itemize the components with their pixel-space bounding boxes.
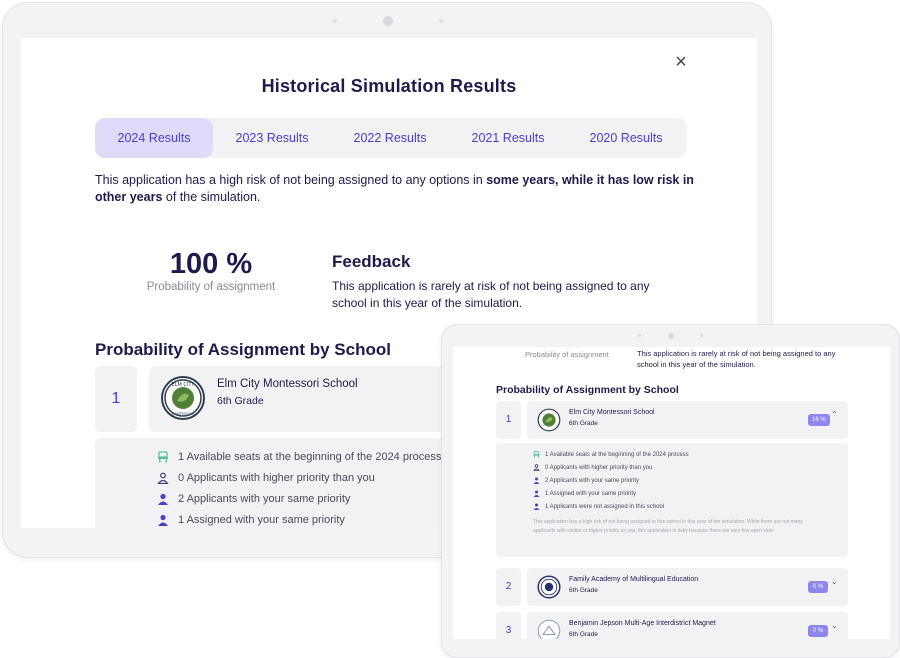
seat-icon [158, 451, 168, 463]
detail-row: 1 Assigned with your same priority [157, 514, 345, 526]
risk-note: This application has a high risk of not … [533, 519, 803, 534]
detail-row: 0 Applicants with higher priority than y… [157, 472, 375, 484]
detail-text: 1 Available seats at the beginning of th… [178, 451, 442, 463]
school-card[interactable]: Family Academy of Multilingual Education… [527, 568, 848, 606]
section-title: Probability of Assignment by School [95, 340, 391, 359]
school-rank: 3 [496, 612, 521, 639]
sensor-dot [439, 19, 443, 23]
detail-row: 1 Available seats at the beginning of th… [157, 451, 441, 463]
detail-text: 2 Applicants with your same priority [178, 493, 351, 505]
results-modal-scrolled: Probability of assignment This applicati… [453, 347, 890, 639]
school-logo-icon [537, 619, 561, 639]
school-name: Benjamin Jepson Multi-Age Interdistrict … [569, 620, 716, 627]
person-icon [158, 514, 168, 526]
chevron-down-icon[interactable]: ⌄ [831, 577, 838, 586]
risk-summary-text: This application has a high risk of not … [95, 173, 487, 187]
probability-badge: 16 % [808, 414, 830, 426]
detail-row: 1 Applicants were not assigned in this s… [533, 503, 664, 510]
school-name: Elm City Montessori School [217, 378, 358, 390]
feedback-title: Feedback [332, 252, 411, 271]
sensor-dot [638, 334, 641, 337]
tab-2024[interactable]: 2024 Results [95, 118, 213, 158]
school-rank: 1 [95, 366, 137, 432]
seat-icon [533, 451, 540, 458]
risk-summary: This application has a high risk of not … [95, 172, 695, 206]
chevron-down-icon[interactable]: ⌄ [831, 621, 838, 630]
school-logo-icon: ELM CITY MONTESSORI [161, 376, 205, 420]
school-details-panel: 1 Available seats at the beginning of th… [496, 443, 848, 557]
school-card[interactable]: Benjamin Jepson Multi-Age Interdistrict … [527, 612, 848, 639]
school-rank: 2 [496, 568, 521, 606]
detail-text: 2 Applicants with your same priority [545, 477, 640, 484]
sensor-dot [700, 334, 703, 337]
school-grade: 6th Grade [569, 587, 598, 594]
section-title: Probability of Assignment by School [496, 384, 679, 396]
tab-2021[interactable]: 2021 Results [449, 118, 567, 158]
school-card[interactable]: ELM CITY MONTESSORI Elm City Montessori … [149, 366, 469, 432]
close-icon[interactable]: × [671, 52, 691, 72]
year-tabs: 2024 Results 2023 Results 2022 Results 2… [95, 118, 687, 158]
probability-badge: 0 % [808, 625, 828, 637]
detail-text: 0 Applicants with higher priority than y… [545, 464, 653, 471]
probability-value: 100 % [169, 248, 253, 280]
person-outline-icon [157, 472, 169, 484]
sensor-dot [333, 19, 337, 23]
detail-row: 1 Assigned with your same priority [533, 490, 636, 497]
probability-badge: 0 % [808, 581, 828, 593]
school-grade: 6th Grade [217, 395, 264, 407]
tablet-small-frame: Probability of assignment This applicati… [441, 324, 900, 658]
camera-dot [668, 333, 674, 339]
school-logo-icon [537, 575, 561, 599]
school-details-panel: 1 Available seats at the beginning of th… [95, 438, 475, 528]
probability-label: Probability of assignment [525, 350, 609, 359]
svg-text:MONTESSORI: MONTESSORI [172, 412, 195, 416]
risk-summary-text: of the simulation. [162, 190, 261, 204]
school-grade: 6th Grade [569, 631, 598, 638]
camera-dot [383, 16, 393, 26]
tab-2020[interactable]: 2020 Results [567, 118, 685, 158]
detail-text: 1 Applicants were not assigned in this s… [545, 503, 665, 510]
person-icon [158, 493, 168, 505]
school-name: Elm City Montessori School [569, 409, 655, 416]
chevron-up-icon[interactable]: ⌃ [831, 410, 838, 419]
detail-text: 0 Applicants with higher priority than y… [178, 472, 375, 484]
detail-row: 0 Applicants with higher priority than y… [533, 464, 652, 471]
detail-text: 1 Available seats at the beginning of th… [545, 451, 689, 458]
svg-text:ELM CITY: ELM CITY [172, 382, 196, 388]
detail-text: 1 Assigned with your same priority [178, 514, 345, 526]
feedback-text: This application is rarely at risk of no… [637, 349, 836, 369]
modal-title: Historical Simulation Results [261, 76, 517, 96]
person-icon [533, 490, 540, 497]
detail-text: 1 Assigned with your same priority [545, 490, 637, 497]
school-rank: 1 [496, 401, 521, 439]
feedback-text: This application is rarely at risk of no… [332, 279, 650, 310]
school-logo-icon [537, 408, 561, 432]
person-icon [533, 477, 540, 484]
person-icon [533, 503, 540, 510]
person-outline-icon [533, 464, 540, 471]
tab-2022[interactable]: 2022 Results [331, 118, 449, 158]
probability-label: Probability of assignment [146, 281, 276, 293]
tab-2023[interactable]: 2023 Results [213, 118, 331, 158]
detail-row: 2 Applicants with your same priority [533, 477, 639, 484]
school-card[interactable]: Elm City Montessori School 6th Grade 16 … [527, 401, 848, 439]
detail-row: 1 Available seats at the beginning of th… [533, 451, 689, 458]
school-name: Family Academy of Multilingual Education [569, 576, 699, 583]
school-grade: 6th Grade [569, 420, 598, 427]
detail-row: 2 Applicants with your same priority [157, 493, 350, 505]
